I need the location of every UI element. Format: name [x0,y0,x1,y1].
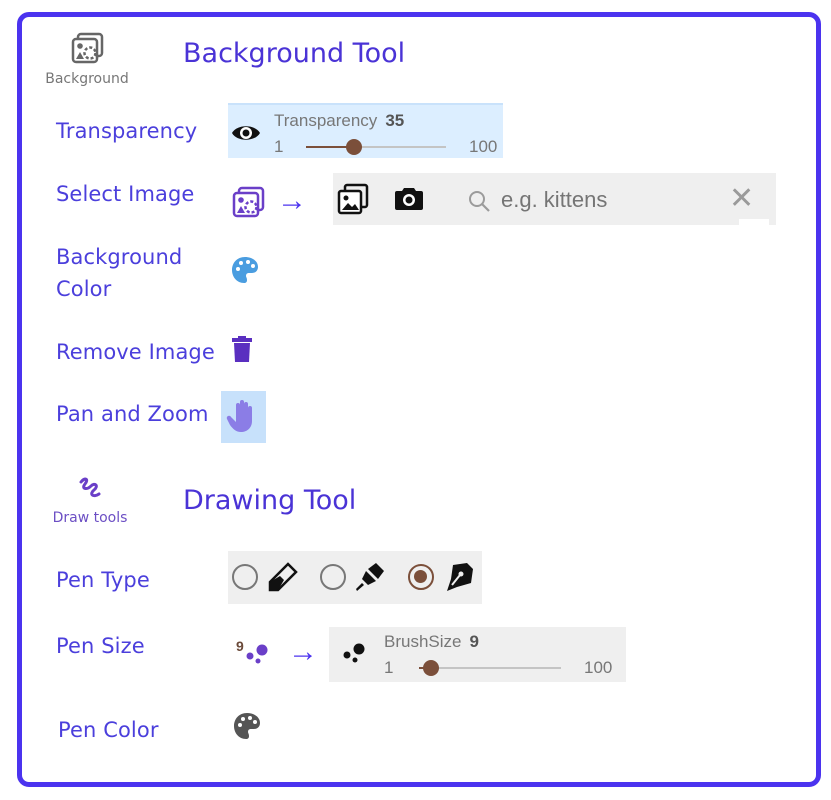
squiggle-icon [79,477,101,498]
palette-icon[interactable] [233,712,261,740]
close-icon[interactable]: ✕ [729,184,754,214]
pen-type-selector [228,551,482,604]
fountain-pen-radio[interactable] [408,564,434,590]
select-image-label: Select Image [56,182,195,206]
image-search-input[interactable] [501,185,721,215]
brush-size-panel: BrushSize 9 1 100 [329,627,626,682]
background-tool-title: Background Tool [183,38,406,69]
brush-size-slider-track[interactable] [419,660,561,676]
pen-type-option-pencil[interactable] [228,551,308,604]
arrow-icon: → [288,635,318,668]
background-color-label-line1: Background [56,245,183,269]
transparency-slider-value: 35 [385,111,405,130]
draw-tools-caption: Draw tools [52,510,128,526]
brush-size-button[interactable]: 9 [234,638,274,670]
transparency-slider-thumb[interactable] [346,139,363,155]
drawing-tool-title: Drawing Tool [183,485,357,516]
background-tool-button[interactable]: Background [36,30,138,92]
brush-size-slider-max: 100 [584,658,613,677]
brush-size-icon [246,644,268,664]
hand-icon [226,400,252,432]
fountain-pen-icon [447,563,473,591]
search-icon [469,191,490,212]
camera-icon[interactable] [395,186,423,210]
trash-icon[interactable] [232,336,252,362]
transparency-slider-title: Transparency 35 [274,111,404,131]
pencil-radio[interactable] [232,564,258,590]
pencil-icon [268,562,298,592]
image-search-bar: ✕ [333,173,776,225]
background-tool-caption: Background [45,71,129,87]
brush-size-slider-name: BrushSize [384,632,462,651]
transparency-label: Transparency [56,119,198,143]
transparency-slider-max: 100 [469,137,498,156]
transparency-slider-name: Transparency [274,111,378,130]
pen-color-label: Pen Color [58,718,159,742]
pen-type-option-marker[interactable] [316,551,396,604]
background-image-icon[interactable] [231,186,265,220]
brush-size-slider-min: 1 [384,658,394,677]
brush-size-slider-title: BrushSize 9 [384,632,479,652]
transparency-slider-min: 1 [274,137,284,156]
background-color-label: Background Color [56,242,182,304]
pen-size-label: Pen Size [56,634,145,658]
image-gallery-icon[interactable] [337,183,369,215]
pan-zoom-button[interactable] [221,391,266,443]
brush-size-slider-value: 9 [469,632,479,651]
marker-radio[interactable] [320,564,346,590]
transparency-slider-track[interactable] [306,139,446,155]
draw-tools-button[interactable]: Draw tools [40,472,140,532]
arrow-icon: → [277,184,307,217]
brush-size-badge: 9 [236,638,244,654]
background-image-icon [71,32,104,64]
search-bar-notch [739,219,769,225]
brush-size-slider-thumb[interactable] [422,660,439,676]
background-color-label-line2: Color [56,277,112,301]
palette-icon[interactable] [231,256,259,284]
brush-size-icon [343,643,365,663]
eye-icon[interactable] [231,122,261,144]
pen-type-label: Pen Type [56,568,150,592]
remove-image-label: Remove Image [56,340,215,364]
transparency-panel: Transparency 35 1 100 [228,103,503,158]
pan-zoom-label: Pan and Zoom [56,402,209,426]
marker-icon [356,563,384,591]
pen-type-option-fountain-pen[interactable] [405,551,482,604]
